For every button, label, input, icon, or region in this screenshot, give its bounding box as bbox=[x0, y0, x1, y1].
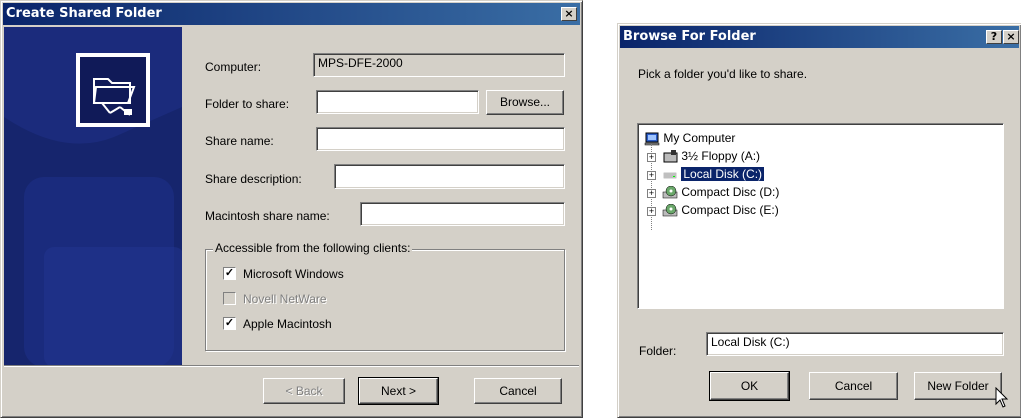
next-button-label: Next > bbox=[380, 384, 416, 398]
check-icon: ✓ bbox=[224, 267, 235, 279]
novell-netware-label: Novell NetWare bbox=[243, 292, 327, 306]
wizard-side-panel bbox=[4, 27, 182, 365]
create-shared-folder-dialog: Create Shared Folder × Computer: MPS-DFE… bbox=[0, 0, 583, 418]
shared-folder-icon bbox=[76, 53, 150, 127]
back-button[interactable]: < Back bbox=[263, 378, 345, 404]
browse-dialog-titlebar[interactable]: Browse For Folder ? × bbox=[620, 26, 1019, 48]
browse-button[interactable]: Browse... bbox=[486, 90, 564, 115]
macintosh-share-name-label: Macintosh share name: bbox=[205, 209, 330, 223]
check-icon: ✓ bbox=[224, 317, 235, 329]
apple-macintosh-label[interactable]: Apple Macintosh bbox=[243, 317, 332, 331]
next-button[interactable]: Next > bbox=[358, 377, 439, 405]
tree-node-label: Local Disk (C:) bbox=[680, 166, 766, 182]
create-dialog-titlebar[interactable]: Create Shared Folder × bbox=[3, 3, 580, 25]
tree-node-label: My Computer bbox=[663, 131, 736, 145]
tree-node-my-computer[interactable]: My Computer bbox=[644, 129, 735, 147]
cd-drive-icon bbox=[662, 186, 678, 199]
tree-node-compact-disc-e[interactable]: Compact Disc (E:) bbox=[662, 201, 779, 219]
hard-disk-icon bbox=[662, 168, 678, 181]
new-folder-button-label: New Folder bbox=[927, 379, 989, 393]
my-computer-icon bbox=[644, 132, 660, 146]
novell-netware-checkbox[interactable] bbox=[223, 292, 236, 305]
cancel-button[interactable]: Cancel bbox=[474, 378, 562, 404]
new-folder-button[interactable]: New Folder bbox=[914, 372, 1002, 400]
footer-divider bbox=[4, 365, 579, 367]
close-button[interactable]: × bbox=[561, 7, 577, 21]
cancel-button[interactable]: Cancel bbox=[809, 372, 898, 400]
clients-group-label: Accessible from the following clients: bbox=[213, 241, 413, 255]
floppy-drive-icon bbox=[662, 150, 678, 163]
macintosh-share-name-input[interactable] bbox=[360, 202, 565, 226]
close-icon: × bbox=[1006, 30, 1016, 43]
ok-button[interactable]: OK bbox=[709, 371, 790, 401]
tree-node-label: Compact Disc (E:) bbox=[681, 203, 779, 217]
close-button[interactable]: × bbox=[1003, 30, 1019, 44]
browse-prompt: Pick a folder you'd like to share. bbox=[638, 67, 808, 81]
browse-button-label: Browse... bbox=[499, 95, 550, 109]
tree-node-floppy[interactable]: 3½ Floppy (A:) bbox=[662, 147, 760, 165]
share-description-label: Share description: bbox=[205, 172, 302, 186]
microsoft-windows-checkbox[interactable]: ✓ bbox=[223, 267, 236, 280]
expand-icon[interactable]: + bbox=[647, 153, 656, 162]
expand-icon[interactable]: + bbox=[647, 189, 656, 198]
tree-node-label: Compact Disc (D:) bbox=[681, 185, 780, 199]
mouse-cursor-icon bbox=[995, 386, 1011, 411]
back-button-label: < Back bbox=[285, 384, 323, 398]
computer-label: Computer: bbox=[205, 60, 262, 74]
create-dialog-title: Create Shared Folder bbox=[6, 6, 162, 21]
help-button[interactable]: ? bbox=[986, 30, 1002, 44]
tree-node-local-disk-c[interactable]: Local Disk (C:) bbox=[662, 165, 766, 183]
microsoft-windows-label[interactable]: Microsoft Windows bbox=[243, 267, 344, 281]
apple-macintosh-checkbox[interactable]: ✓ bbox=[223, 317, 236, 330]
ok-button-label: OK bbox=[740, 379, 759, 393]
close-icon: × bbox=[564, 7, 574, 20]
tree-node-label: 3½ Floppy (A:) bbox=[681, 149, 761, 163]
folder-tree[interactable]: My Computer + 3½ Floppy (A:) + Local Dis… bbox=[637, 123, 1004, 309]
share-name-label: Share name: bbox=[205, 134, 274, 148]
folder-label: Folder: bbox=[639, 344, 677, 358]
share-description-input[interactable] bbox=[334, 164, 565, 189]
cancel-button-label: Cancel bbox=[499, 384, 537, 398]
computer-field: MPS-DFE-2000 bbox=[313, 53, 565, 77]
folder-to-share-input[interactable] bbox=[316, 90, 479, 114]
cancel-button-label: Cancel bbox=[834, 379, 873, 393]
tree-node-compact-disc-d[interactable]: Compact Disc (D:) bbox=[662, 183, 779, 201]
browse-dialog-title: Browse For Folder bbox=[623, 29, 756, 44]
share-name-input[interactable] bbox=[316, 127, 565, 151]
cd-drive-icon bbox=[662, 204, 678, 217]
browse-for-folder-dialog: Browse For Folder ? × Pick a folder you'… bbox=[617, 23, 1021, 418]
folder-path-input[interactable]: Local Disk (C:) bbox=[706, 332, 1004, 356]
expand-icon[interactable]: + bbox=[647, 171, 656, 180]
help-icon: ? bbox=[990, 30, 998, 43]
expand-icon[interactable]: + bbox=[647, 207, 656, 216]
folder-to-share-label: Folder to share: bbox=[205, 97, 290, 111]
